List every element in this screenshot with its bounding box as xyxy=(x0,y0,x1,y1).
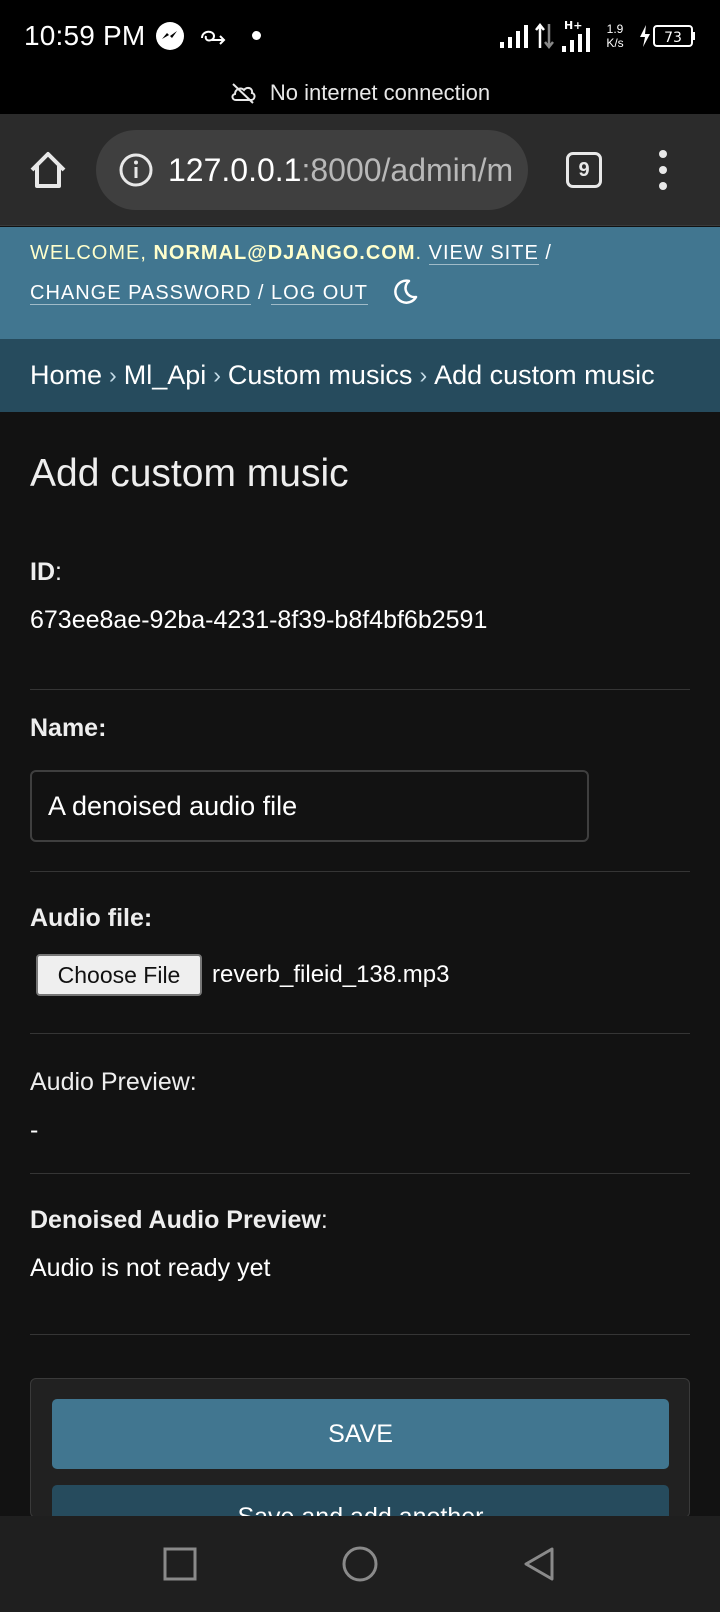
breadcrumb-model[interactable]: Custom musics xyxy=(228,360,413,391)
url-path: :8000/admin/m xyxy=(301,151,514,188)
url-text: 127.0.0.1:8000/admin/m xyxy=(168,152,513,189)
label-colon: : xyxy=(320,1206,328,1234)
choose-file-button[interactable]: Choose File xyxy=(36,954,202,996)
recents-button[interactable] xyxy=(160,1544,200,1584)
welcome-text: Welcome, xyxy=(30,242,147,264)
view-site-link[interactable]: View site xyxy=(428,242,539,265)
breadcrumb-current: Add custom music xyxy=(434,360,655,390)
form-row-name: Name: A denoised audio file xyxy=(30,690,690,872)
audio-preview-label: Audio Preview: xyxy=(30,1068,197,1096)
breadcrumb: Home › Ml_Api › Custom musics › Add cust… xyxy=(0,339,720,412)
audio-preview-value: - xyxy=(30,1116,39,1144)
page-title: Add custom music xyxy=(30,452,349,495)
user-tools: Welcome, normal@django.com. View site / … xyxy=(0,227,720,339)
id-value: 673ee8ae-92ba-4231-8f39-b8f4bf6b2591 xyxy=(30,606,488,634)
messenger-icon xyxy=(156,22,184,50)
speed-unit: K/s xyxy=(606,36,624,50)
notification-dot-icon xyxy=(252,31,261,40)
system-navigation-bar xyxy=(0,1516,720,1612)
url-host: 127.0.0.1 xyxy=(168,151,302,188)
separator: / xyxy=(545,242,552,264)
circle-icon xyxy=(342,1546,378,1582)
breadcrumb-separator: › xyxy=(109,362,117,388)
breadcrumb-home[interactable]: Home xyxy=(30,360,102,391)
selected-file-name: reverb_fileid_138.mp3 xyxy=(212,961,450,988)
breadcrumb-separator: › xyxy=(419,362,428,388)
status-time: 10:59 PM xyxy=(24,20,146,51)
home-icon xyxy=(30,152,66,188)
save-button[interactable]: SAVE xyxy=(52,1399,669,1469)
home-nav-button[interactable] xyxy=(340,1544,380,1584)
main-content: Add custom music ID: 673ee8ae-92ba-4231-… xyxy=(30,412,690,1335)
form-row-id: ID: 673ee8ae-92ba-4231-8f39-b8f4bf6b2591 xyxy=(30,550,690,690)
speed-value: 1.9 xyxy=(606,22,624,36)
id-label: ID: xyxy=(30,550,690,594)
back-button[interactable] xyxy=(520,1544,560,1584)
network-type-label: H+ xyxy=(564,19,582,32)
change-password-link[interactable]: Change password xyxy=(30,282,252,305)
submit-row: SAVE Save and add another xyxy=(30,1378,690,1555)
denoised-preview-label: Denoised Audio Preview: xyxy=(30,1198,690,1242)
data-transfer-icon xyxy=(534,22,556,50)
form-row-audio-file: Audio file: Choose File reverb_fileid_13… xyxy=(30,872,690,1034)
address-bar[interactable]: 127.0.0.1:8000/admin/m xyxy=(96,130,528,210)
breadcrumb-app[interactable]: Ml_Api xyxy=(124,360,207,391)
name-label: Name: xyxy=(30,714,107,742)
no-internet-text: No internet connection xyxy=(269,80,491,105)
more-options-button[interactable] xyxy=(650,150,676,190)
theme-toggle-button[interactable] xyxy=(390,277,420,307)
name-input[interactable]: A denoised audio file xyxy=(30,770,589,842)
signal-strength-icon xyxy=(498,24,530,48)
username: normal@django.com xyxy=(153,242,416,264)
denoised-preview-value: Audio is not ready yet xyxy=(30,1254,271,1282)
form-row-audio-preview: Audio Preview: - xyxy=(30,1034,690,1174)
info-icon[interactable] xyxy=(118,152,154,188)
breadcrumb-separator: › xyxy=(213,362,221,388)
network-hplus-icon: H+ xyxy=(560,18,600,52)
square-icon xyxy=(163,1547,197,1581)
separator: / xyxy=(257,282,265,304)
back-triangle-icon xyxy=(524,1547,554,1581)
moon-icon xyxy=(394,279,418,304)
no-internet-banner: No internet connection xyxy=(0,72,720,114)
browser-toolbar: 127.0.0.1:8000/admin/m 9 xyxy=(0,114,720,226)
form-row-denoised-preview: Denoised Audio Preview: Audio is not rea… xyxy=(30,1174,690,1335)
battery-icon: 73 xyxy=(638,22,696,50)
file-input: Choose File reverb_fileid_138.mp3 xyxy=(30,954,690,996)
id-label-text: ID xyxy=(30,558,55,586)
audio-file-label: Audio file: xyxy=(30,904,153,932)
network-speed: 1.9 K/s xyxy=(600,20,630,52)
denoised-label-text: Denoised Audio Preview xyxy=(30,1206,321,1234)
battery-level: 73 xyxy=(664,30,682,46)
carrier-icon xyxy=(198,24,232,48)
cloud-off-icon xyxy=(231,83,256,104)
tab-switcher-button[interactable]: 9 xyxy=(566,152,602,188)
label-colon: : xyxy=(55,558,62,586)
status-bar: 10:59 PM H+ 1.9 K/s 73 xyxy=(0,0,720,72)
log-out-link[interactable]: Log out xyxy=(271,282,368,305)
home-button[interactable] xyxy=(26,148,70,192)
